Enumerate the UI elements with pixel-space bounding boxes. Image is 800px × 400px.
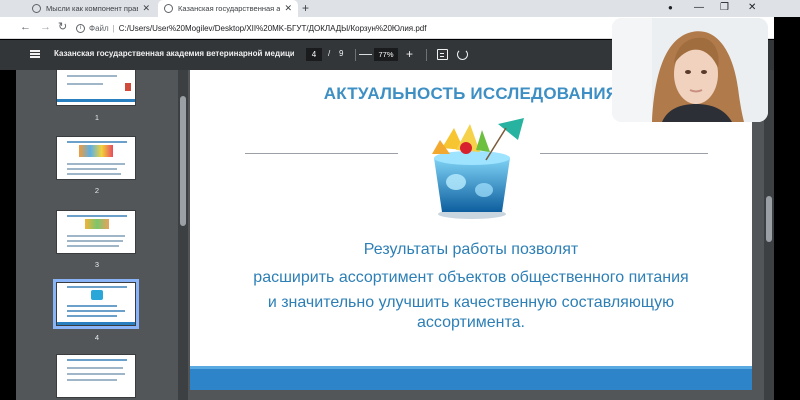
close-tab-icon[interactable]: ✕	[284, 3, 292, 14]
scheme-separator: |	[112, 23, 115, 33]
tab-strip: Мысли как компонент правовой... ✕ Казанс…	[0, 0, 800, 17]
fit-to-page-icon[interactable]	[437, 49, 448, 60]
tab-title: Мысли как компонент правовой...	[46, 4, 139, 13]
slide-footer-band	[190, 366, 752, 390]
scheme-label: Файл	[89, 23, 109, 33]
sidebar-scrollbar[interactable]	[178, 70, 188, 400]
webcam-person-image	[612, 18, 768, 122]
close-tab-icon[interactable]: ✕	[142, 3, 150, 14]
minimize-button[interactable]: —	[694, 0, 704, 16]
divider-line	[245, 153, 398, 154]
page-thumbnail[interactable]	[56, 70, 136, 106]
page-number-input[interactable]: 4	[306, 48, 322, 61]
page-thumbnail[interactable]	[56, 136, 136, 180]
record-icon[interactable]: ●	[668, 0, 673, 16]
page-thumbnail[interactable]	[56, 354, 136, 398]
url-field[interactable]: i Файл | C:/Users/User%20Mogilev/Desktop…	[76, 20, 616, 36]
restore-button[interactable]: ❐	[720, 0, 729, 16]
page-thumbnail-selected[interactable]	[53, 279, 139, 329]
close-window-button[interactable]: ✕	[748, 0, 756, 16]
toolbar-divider	[355, 49, 356, 61]
viewer-scrollbar-thumb[interactable]	[766, 196, 772, 242]
reload-button[interactable]: ↻	[58, 21, 67, 34]
slide-body-line: и значительно улучшить качественную сост…	[267, 294, 675, 311]
viewer-scrollbar[interactable]	[764, 70, 774, 400]
url-text: C:/Users/User%20Mogilev/Desktop/XII%20MK…	[118, 23, 427, 33]
thumbnail-label: 3	[94, 260, 100, 269]
webcam-overlay	[612, 18, 768, 122]
globe-icon	[32, 4, 41, 13]
rotate-icon[interactable]	[457, 49, 468, 60]
slide-body-line: Результаты работы позволят	[363, 241, 579, 258]
tab-active[interactable]: Казанская государственная ака... ✕	[158, 0, 298, 17]
document-title: Казанская государственная академия ветер…	[54, 49, 294, 58]
slide-body: Результаты работы позволят расширить асс…	[190, 236, 752, 332]
toolbar-divider	[426, 49, 427, 61]
globe-icon	[164, 4, 173, 13]
thumbnail-sidebar: 1 2 3 4 5	[16, 70, 178, 400]
new-tab-button[interactable]: +	[302, 0, 309, 16]
menu-icon[interactable]	[30, 50, 40, 58]
slide-body-line: ассортимента.	[416, 314, 525, 331]
thumbnail-label: 4	[94, 333, 100, 342]
page-thumbnail[interactable]	[56, 210, 136, 254]
thumbnail-label: 1	[94, 113, 100, 122]
tab-title: Казанская государственная ака...	[178, 4, 281, 13]
forward-button[interactable]: →	[40, 21, 51, 34]
thumbnail-label: 2	[94, 186, 100, 195]
slide-body-line: расширить ассортимент объектов обществен…	[253, 269, 689, 286]
tab-inactive[interactable]: Мысли как компонент правовой... ✕	[26, 0, 156, 17]
back-button[interactable]: ←	[20, 21, 31, 34]
divider-line	[540, 153, 708, 154]
page-total: 9	[339, 49, 344, 58]
zoom-level-input[interactable]: 77%	[374, 48, 398, 61]
info-icon[interactable]: i	[76, 23, 85, 33]
sidebar-scrollbar-thumb[interactable]	[180, 96, 186, 226]
zoom-in-button[interactable]: +	[406, 46, 413, 62]
right-margin	[774, 17, 800, 400]
cocktail-image	[432, 118, 524, 219]
zoom-out-button[interactable]: —	[359, 46, 372, 62]
page-separator: /	[328, 49, 331, 58]
